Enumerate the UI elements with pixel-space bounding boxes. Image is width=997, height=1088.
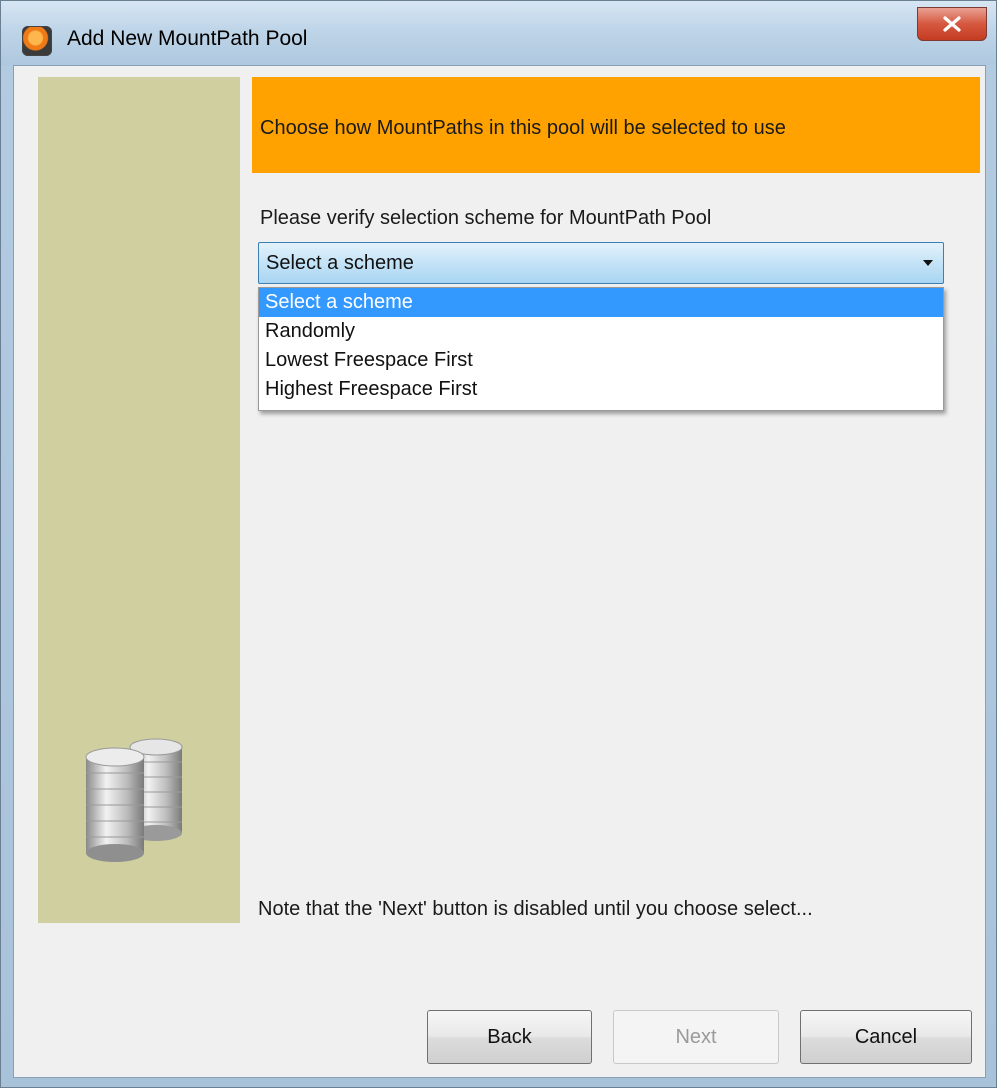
header-banner: Choose how MountPaths in this pool will … <box>252 77 980 173</box>
header-text: Choose how MountPaths in this pool will … <box>260 117 786 139</box>
app-logo-icon <box>22 26 52 56</box>
dialog-body: Choose how MountPaths in this pool will … <box>13 65 986 1078</box>
scheme-dropdown-list: Select a scheme Randomly Lowest Freespac… <box>258 287 944 411</box>
close-icon <box>943 16 961 32</box>
window-title: Add New MountPath Pool <box>67 27 308 50</box>
coins-stack-icon <box>85 738 183 862</box>
cancel-button[interactable]: Cancel <box>800 1010 972 1064</box>
scheme-option-highest-freespace-first[interactable]: Highest Freespace First <box>259 375 943 404</box>
scheme-prompt-label: Please verify selection scheme for Mount… <box>260 207 712 229</box>
scheme-option-select-a-scheme[interactable]: Select a scheme <box>259 288 943 317</box>
next-disabled-note: Note that the 'Next' button is disabled … <box>258 898 813 920</box>
close-button[interactable] <box>917 7 987 41</box>
dialog-window: Add New MountPath Pool Choose how MountP… <box>0 0 997 1088</box>
scheme-option-randomly[interactable]: Randomly <box>259 317 943 346</box>
scheme-option-lowest-freespace-first[interactable]: Lowest Freespace First <box>259 346 943 375</box>
chevron-down-icon[interactable] <box>923 260 933 266</box>
side-panel <box>38 77 240 923</box>
scheme-select[interactable]: Select a scheme <box>258 242 944 284</box>
next-button[interactable]: Next <box>613 1010 779 1064</box>
title-bar[interactable]: Add New MountPath Pool <box>1 1 996 65</box>
scheme-select-value: Select a scheme <box>266 252 414 274</box>
back-button[interactable]: Back <box>427 1010 592 1064</box>
